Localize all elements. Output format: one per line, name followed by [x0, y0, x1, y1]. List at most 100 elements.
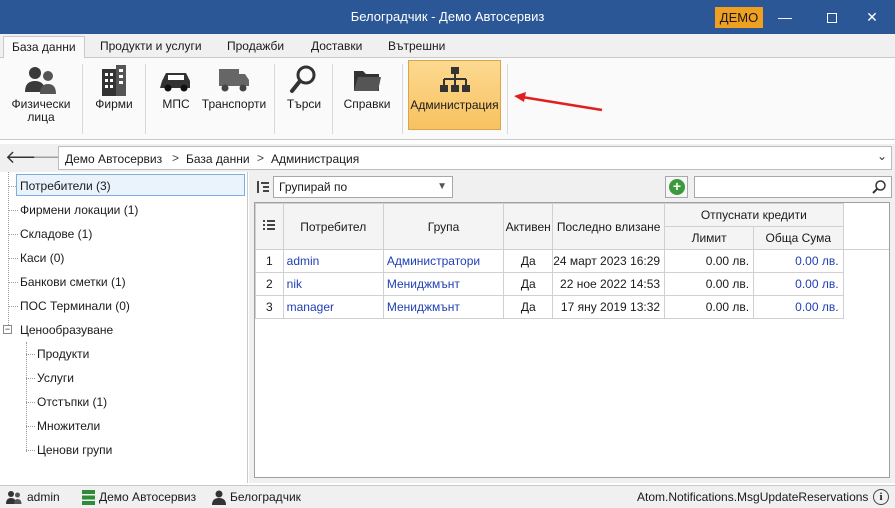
tab-products-services[interactable]: Продукти и услуги	[92, 36, 210, 58]
tree-item-products[interactable]: Продукти	[37, 343, 89, 365]
ribbon-separator	[274, 64, 275, 134]
status-message: Atom.Notifications.MsgUpdateReservations	[637, 490, 869, 504]
group-link[interactable]: Мениджмънт	[382, 295, 505, 319]
table-row[interactable]: 3 manager Мениджмънт Да 17 яну 2019 13:3…	[255, 295, 890, 319]
collapse-icon[interactable]: −	[3, 325, 12, 334]
tree-connector	[26, 354, 35, 355]
group-link[interactable]: Мениджмънт	[382, 272, 505, 296]
group-by-select[interactable]: Групирай по ▼	[273, 176, 453, 198]
tab-sales[interactable]: Продажби	[219, 36, 292, 58]
tree-item-bank-accounts[interactable]: Банкови сметки (1)	[20, 271, 126, 293]
status-user[interactable]: admin	[27, 490, 60, 504]
car-icon	[154, 62, 198, 98]
column-header-group[interactable]: Група	[382, 203, 505, 250]
transport-button[interactable]: Транспорти	[200, 60, 268, 130]
tree-item-company-locations[interactable]: Фирмени локации (1)	[20, 199, 138, 221]
tree-item-pos-terminals[interactable]: ПОС Терминали (0)	[20, 295, 130, 317]
total-link[interactable]: 0.00 лв.	[753, 272, 844, 296]
title-bar: Белоградчик - Демо Автосервиз ДЕМО — ✕	[0, 0, 895, 34]
annotation-arrow-icon	[514, 92, 603, 112]
column-header-limit[interactable]: Лимит	[664, 226, 755, 250]
active-cell: Да	[503, 295, 554, 319]
breadcrumb-separator: >	[172, 151, 180, 165]
tree-item-warehouses[interactable]: Складове (1)	[20, 223, 92, 245]
individuals-button[interactable]: Физически лица	[4, 60, 78, 130]
filler-cell	[843, 250, 889, 273]
tree-item-pricing[interactable]: Ценообразуване	[20, 319, 113, 341]
database-icon	[82, 490, 95, 505]
users-grid: Потребител Група Активен Последно влизан…	[254, 202, 890, 478]
status-bar: admin Демо Автосервиз Белоградчик Atom.N…	[0, 485, 895, 508]
ribbon-separator	[82, 64, 83, 134]
tree-item-discounts[interactable]: Отстъпки (1)	[37, 391, 107, 413]
group-link[interactable]: Администратори	[382, 249, 505, 273]
administration-button[interactable]: Администрация	[408, 60, 501, 130]
add-user-button[interactable]: +	[665, 176, 688, 198]
tab-deliveries[interactable]: Доставки	[303, 36, 370, 58]
back-arrow-icon[interactable]: 🡐	[5, 147, 53, 169]
transport-label: Транспорти	[201, 97, 267, 111]
vehicles-label: МПС	[162, 97, 190, 111]
users-icon	[6, 491, 22, 504]
tree-connector	[8, 282, 18, 283]
close-button[interactable]: ✕	[855, 4, 889, 30]
filler-cell	[843, 296, 889, 319]
column-header-total[interactable]: Обща Сума	[753, 226, 844, 250]
last-login-cell: 22 ное 2022 14:53	[552, 272, 666, 296]
last-login-cell: 17 яну 2019 13:32	[552, 295, 666, 319]
breadcrumb-item-company[interactable]: Демо Автосервиз	[65, 152, 162, 166]
breadcrumb-item-database[interactable]: База данни	[186, 152, 250, 166]
table-row[interactable]: 2 nik Мениджмънт Да 22 ное 2022 14:53 0.…	[255, 272, 890, 296]
user-link[interactable]: manager	[282, 295, 384, 319]
search-ribbon-label: Търси	[286, 97, 322, 111]
breadcrumb[interactable]: Демо Автосервиз > База данни > Администр…	[58, 146, 892, 170]
user-link[interactable]: nik	[282, 272, 384, 296]
total-link[interactable]: 0.00 лв.	[753, 249, 844, 273]
limit-cell: 0.00 лв.	[664, 272, 755, 296]
magnifier-icon	[282, 62, 326, 98]
minimize-button[interactable]: —	[768, 4, 802, 30]
chevron-down-icon[interactable]: ⌄	[877, 149, 887, 163]
tree-connector	[8, 234, 18, 235]
column-header-credits: Отпуснати кредити	[664, 203, 844, 227]
column-header-active[interactable]: Активен	[503, 203, 554, 250]
ribbon-separator	[332, 64, 333, 134]
chevron-down-icon: ▼	[437, 181, 447, 192]
tree-connector	[8, 258, 18, 259]
tree-item-multipliers[interactable]: Множители	[37, 415, 100, 437]
maximize-icon	[827, 13, 837, 24]
row-number: 2	[255, 272, 284, 296]
table-header-row: Потребител Група Активен Последно влизан…	[255, 203, 889, 250]
ribbon-separator	[145, 64, 146, 134]
user-link[interactable]: admin	[282, 249, 384, 273]
info-icon[interactable]: i	[873, 489, 889, 505]
tab-internal[interactable]: Вътрешни	[380, 36, 453, 58]
firms-button[interactable]: Фирми	[88, 60, 140, 130]
forward-arrow-icon[interactable]: 🡒	[32, 147, 80, 169]
active-cell: Да	[503, 249, 554, 273]
group-by-value: Групирай по	[279, 180, 348, 194]
reports-button[interactable]: Справки	[338, 60, 396, 130]
table-row[interactable]: 1 admin Администратори Да 24 март 2023 1…	[255, 249, 890, 273]
status-location[interactable]: Белоградчик	[230, 490, 301, 504]
row-number-header[interactable]	[255, 203, 284, 250]
total-link[interactable]: 0.00 лв.	[753, 295, 844, 319]
breadcrumb-item-administration[interactable]: Администрация	[271, 152, 359, 166]
status-company[interactable]: Демо Автосервиз	[99, 490, 196, 504]
column-header-last-login[interactable]: Последно влизане	[552, 203, 666, 250]
tab-database[interactable]: База данни	[3, 36, 85, 58]
tree-item-price-groups[interactable]: Ценови групи	[37, 439, 112, 461]
tree-connector	[26, 378, 35, 379]
column-header-user[interactable]: Потребител	[282, 203, 384, 250]
tree-connector	[8, 210, 18, 211]
search-ribbon-button[interactable]: Търси	[282, 60, 326, 130]
tree-connector	[8, 306, 18, 307]
search-icon	[872, 180, 886, 194]
tree-connector	[8, 172, 9, 331]
tree-item-cash-desks[interactable]: Каси (0)	[20, 247, 64, 269]
tree-item-users[interactable]: Потребители (3)	[16, 174, 245, 196]
tree-item-services[interactable]: Услуги	[37, 367, 74, 389]
vehicles-button[interactable]: МПС	[154, 60, 198, 130]
search-input[interactable]	[694, 176, 892, 198]
maximize-button[interactable]	[815, 4, 849, 30]
